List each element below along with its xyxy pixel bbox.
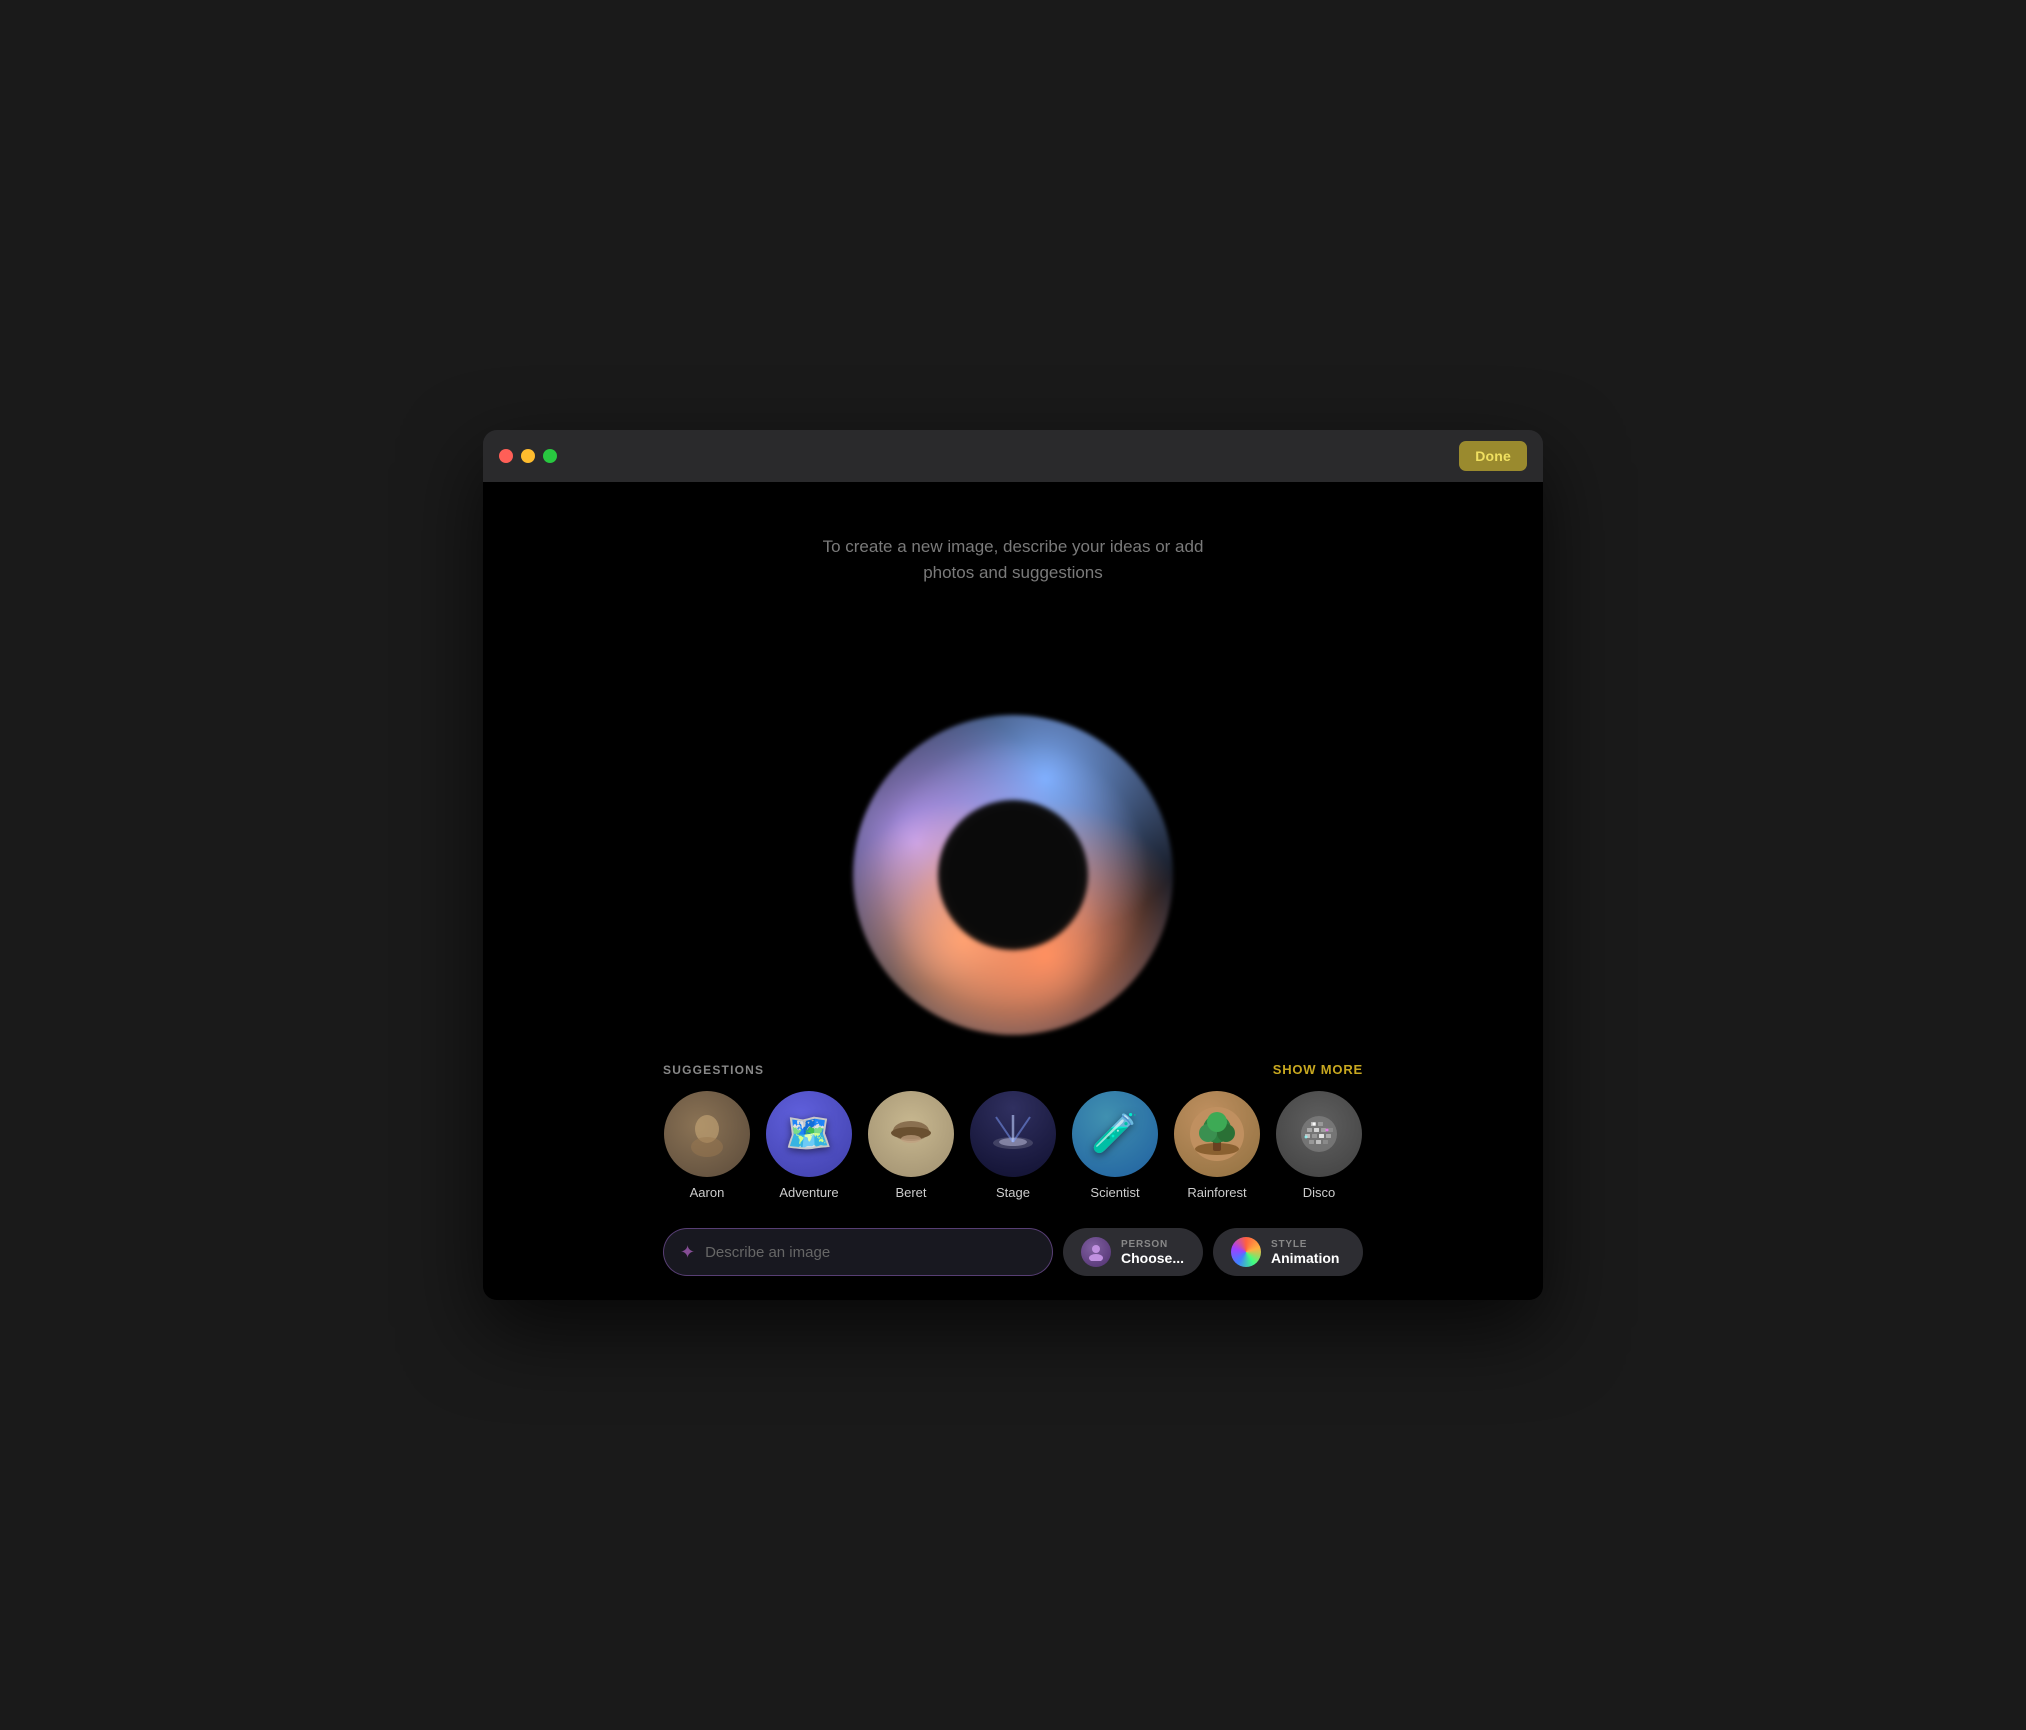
- suggestion-label-scientist: Scientist: [1090, 1185, 1139, 1200]
- orb-animation: [853, 715, 1173, 1035]
- style-button[interactable]: STYLE Animation: [1213, 1228, 1363, 1276]
- suggestion-label-stage: Stage: [996, 1185, 1030, 1200]
- suggestion-icon-scientist: 🧪: [1072, 1091, 1158, 1177]
- person-button[interactable]: PERSON Choose...: [1063, 1228, 1203, 1276]
- minimize-button[interactable]: [521, 449, 535, 463]
- traffic-lights: [499, 449, 557, 463]
- suggestion-item-disco[interactable]: Disco: [1276, 1091, 1362, 1200]
- suggestion-item-stage[interactable]: Stage: [970, 1091, 1056, 1200]
- main-canvas: To create a new image, describe your ide…: [483, 482, 1543, 1300]
- suggestion-label-disco: Disco: [1303, 1185, 1336, 1200]
- suggestion-label-beret: Beret: [895, 1185, 926, 1200]
- person-sublabel: PERSON: [1121, 1239, 1168, 1250]
- suggestion-item-scientist[interactable]: 🧪 Scientist: [1072, 1091, 1158, 1200]
- style-orb-icon: [1231, 1237, 1261, 1267]
- close-button[interactable]: [499, 449, 513, 463]
- done-button[interactable]: Done: [1459, 441, 1527, 471]
- app-window: Done To create a new image, describe you…: [483, 430, 1543, 1300]
- suggestion-label-aaron: Aaron: [690, 1185, 725, 1200]
- hint-text: To create a new image, describe your ide…: [823, 534, 1204, 585]
- person-avatar-icon: [1081, 1237, 1111, 1267]
- orb-ring: [853, 715, 1173, 1035]
- toolbar-row: ✦ PERSON Choose...: [483, 1216, 1543, 1300]
- suggestion-item-rainforest[interactable]: Rainforest: [1174, 1091, 1260, 1200]
- suggestions-header: SUGGESTIONS SHOW MORE: [663, 1062, 1363, 1077]
- suggestion-label-rainforest: Rainforest: [1187, 1185, 1246, 1200]
- show-more-button[interactable]: SHOW MORE: [1273, 1062, 1363, 1077]
- bottom-panel: SUGGESTIONS SHOW MORE Aaron: [483, 1042, 1543, 1300]
- style-text-group: STYLE Animation: [1271, 1239, 1339, 1266]
- suggestion-icon-disco: [1276, 1091, 1362, 1177]
- suggestions-section: SUGGESTIONS SHOW MORE Aaron: [483, 1042, 1543, 1216]
- sparkle-icon: ✦: [680, 1242, 695, 1263]
- suggestion-icon-beret: [868, 1091, 954, 1177]
- suggestion-label-adventure: Adventure: [779, 1185, 838, 1200]
- suggestion-item-aaron[interactable]: Aaron: [664, 1091, 750, 1200]
- suggestion-icon-adventure: 🗺️: [766, 1091, 852, 1177]
- suggestion-item-beret[interactable]: Beret: [868, 1091, 954, 1200]
- maximize-button[interactable]: [543, 449, 557, 463]
- describe-input-container[interactable]: ✦: [663, 1228, 1053, 1276]
- style-sublabel: STYLE: [1271, 1239, 1307, 1250]
- style-mainlabel: Animation: [1271, 1250, 1339, 1266]
- suggestion-icon-stage: [970, 1091, 1056, 1177]
- describe-input[interactable]: [705, 1244, 1036, 1261]
- suggestion-icon-rainforest: [1174, 1091, 1260, 1177]
- orb-glow: [853, 715, 1173, 1035]
- person-mainlabel: Choose...: [1121, 1250, 1184, 1266]
- suggestions-label: SUGGESTIONS: [663, 1063, 764, 1077]
- titlebar: Done: [483, 430, 1543, 482]
- suggestion-item-adventure[interactable]: 🗺️ Adventure: [766, 1091, 852, 1200]
- suggestion-icon-aaron: [664, 1091, 750, 1177]
- person-text-group: PERSON Choose...: [1121, 1239, 1184, 1266]
- suggestions-grid: Aaron 🗺️ Adventure: [663, 1091, 1363, 1200]
